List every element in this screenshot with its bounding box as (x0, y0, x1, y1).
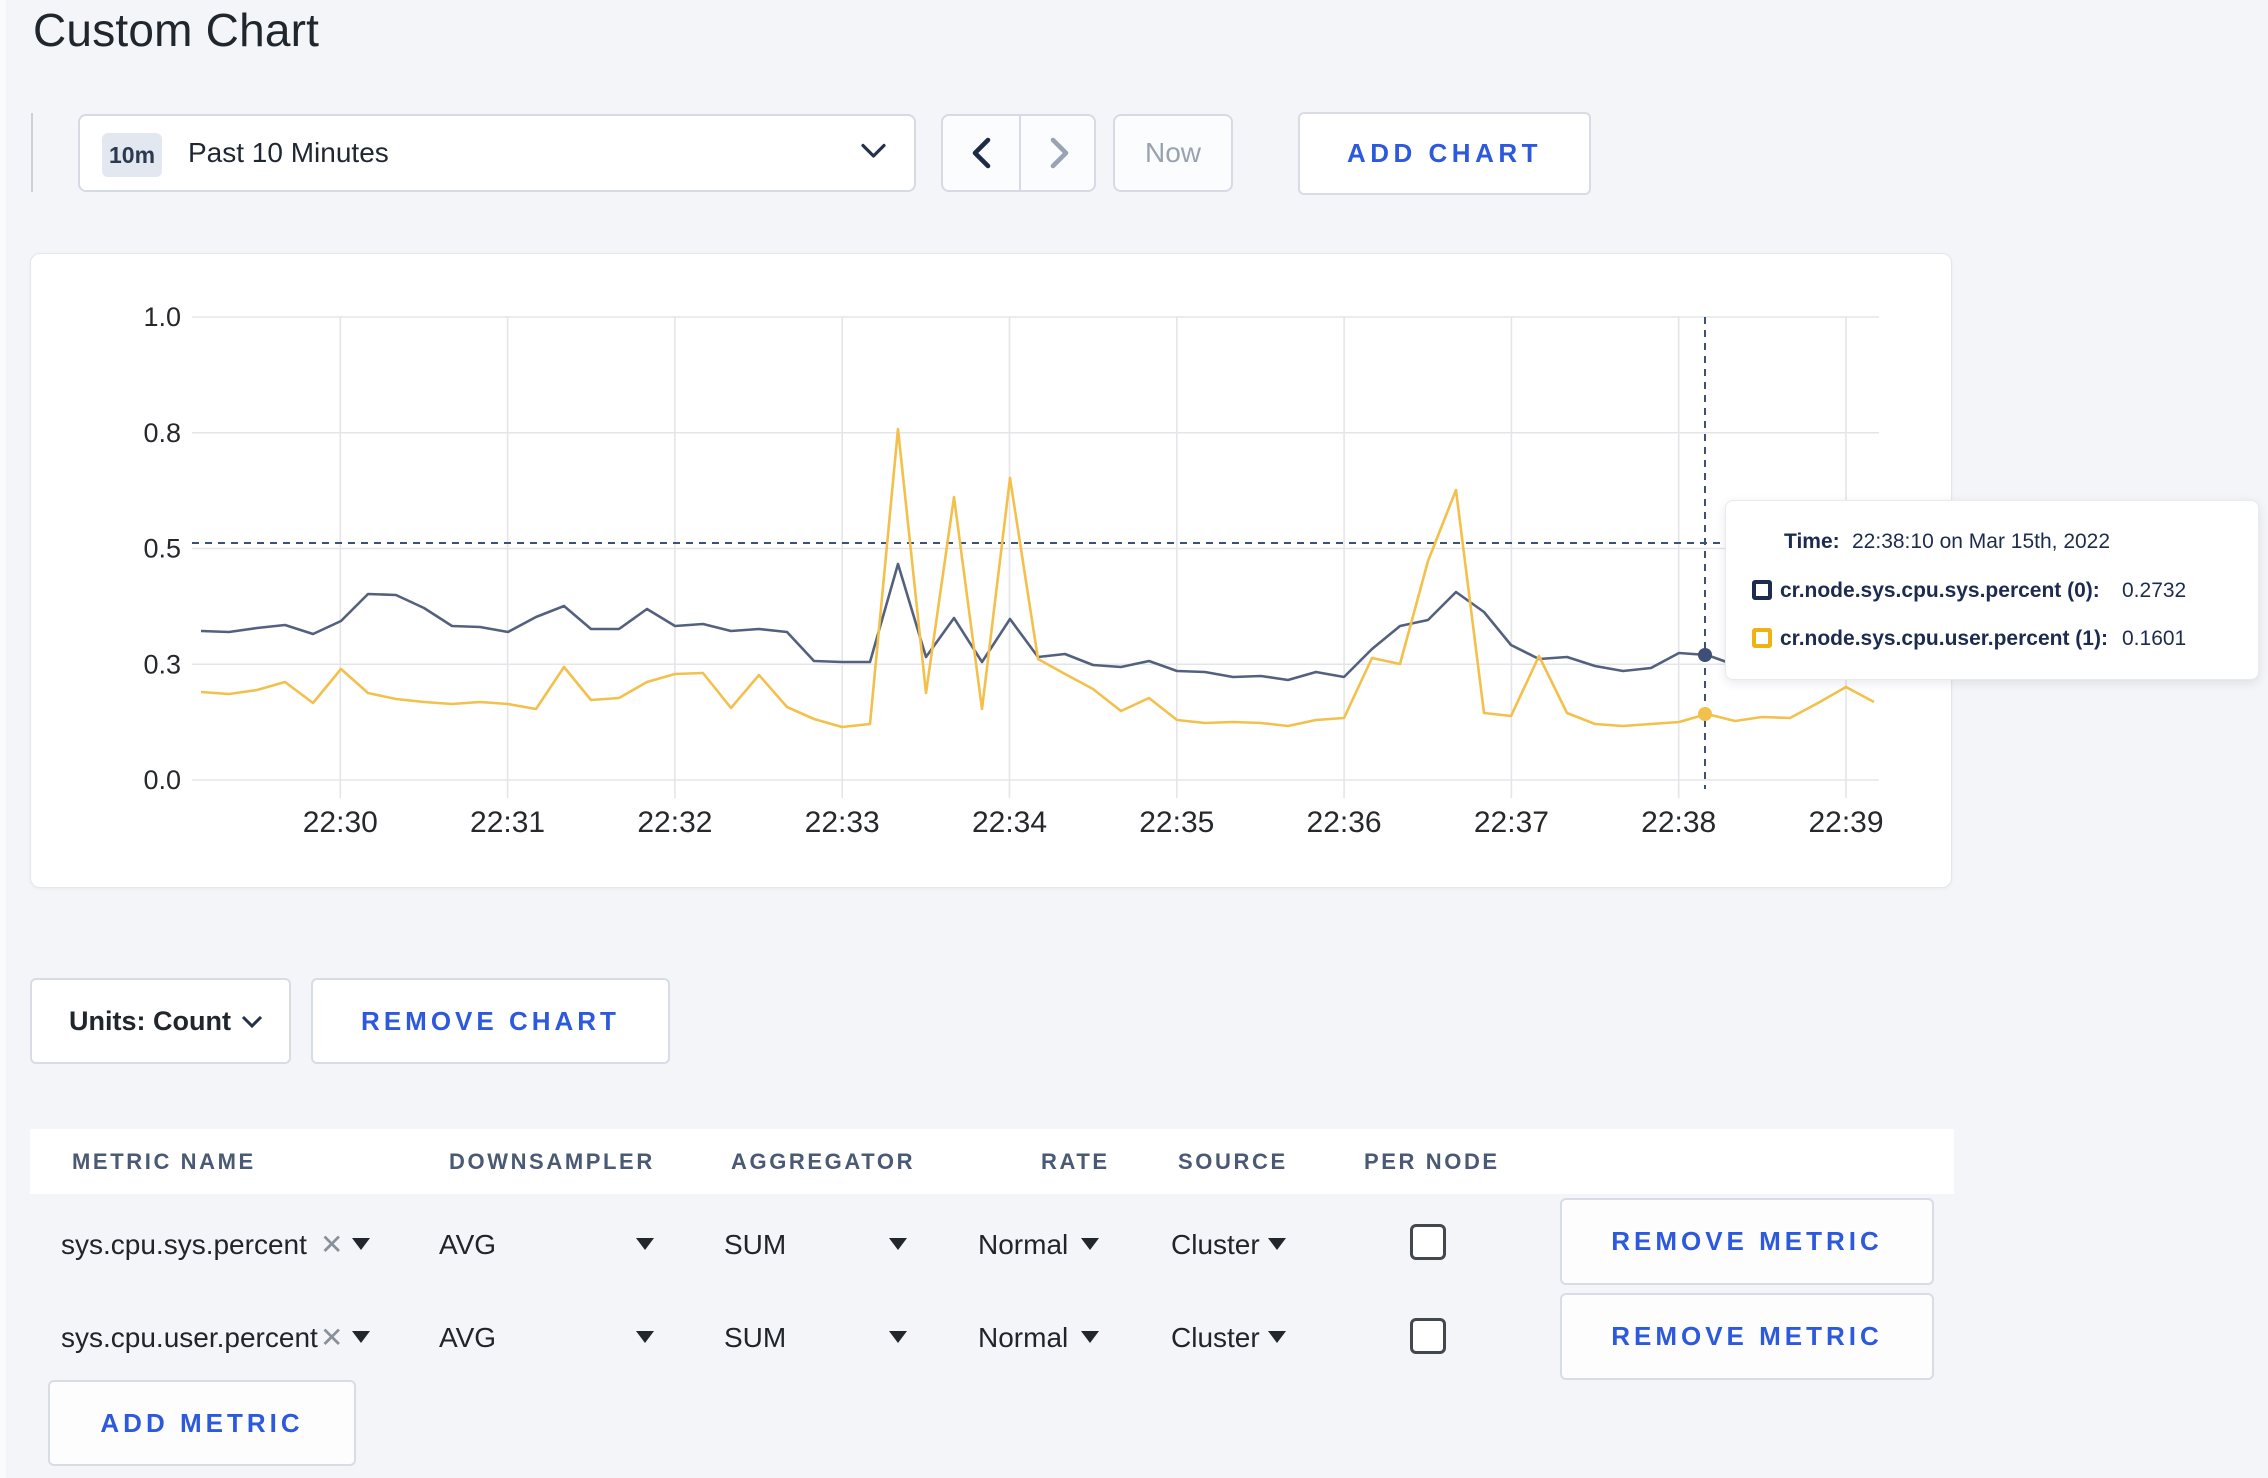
svg-text:0.5: 0.5 (143, 534, 181, 564)
svg-text:22:36: 22:36 (1307, 806, 1382, 839)
svg-text:1.0: 1.0 (143, 302, 181, 332)
svg-text:22:39: 22:39 (1808, 806, 1883, 839)
svg-text:0.8: 0.8 (143, 418, 181, 448)
svg-text:0.3: 0.3 (143, 649, 181, 679)
svg-text:22:38: 22:38 (1641, 806, 1716, 839)
svg-text:0.0: 0.0 (143, 765, 181, 795)
svg-text:22:33: 22:33 (805, 806, 880, 839)
svg-text:22:34: 22:34 (972, 806, 1047, 839)
svg-text:22:37: 22:37 (1474, 806, 1549, 839)
svg-text:22:32: 22:32 (637, 806, 712, 839)
svg-text:22:31: 22:31 (470, 806, 545, 839)
svg-text:22:30: 22:30 (303, 806, 378, 839)
svg-text:22:35: 22:35 (1139, 806, 1214, 839)
